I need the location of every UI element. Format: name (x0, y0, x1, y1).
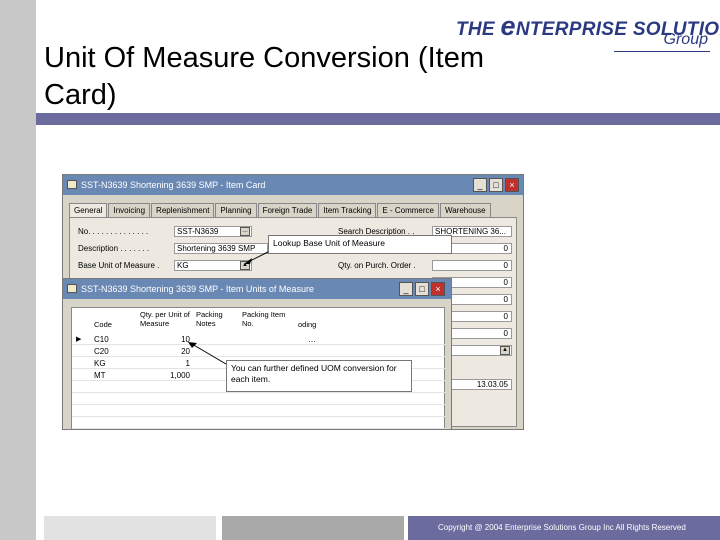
form-icon (67, 180, 77, 189)
table-row[interactable]: ▶ C10 10 … (72, 334, 446, 345)
header-qty-per-uom: Qty. per Unit of Measure (140, 310, 190, 328)
tab-item-tracking[interactable]: Item Tracking (318, 203, 377, 217)
description-label: Description . . . . . . . (78, 244, 150, 253)
tab-replenishment[interactable]: Replenishment (151, 203, 215, 217)
lookup-callout: Lookup Base Unit of Measure (268, 235, 452, 254)
close-button[interactable]: × (505, 178, 519, 192)
lookup-arrow-icon[interactable]: ▲ (240, 261, 250, 270)
table-row[interactable] (72, 418, 446, 429)
qty-purch-order-label: Qty. on Purch. Order . (338, 261, 416, 270)
base-uom-label: Base Unit of Measure . (78, 261, 160, 270)
header-packing-item-no: Packing Item No. (242, 310, 286, 328)
row-selector-icon: ▶ (76, 336, 82, 343)
form-icon (67, 284, 77, 293)
tab-planning[interactable]: Planning (215, 203, 257, 217)
table-row[interactable]: C20 20 (72, 346, 446, 357)
title-rule (36, 113, 720, 125)
uom-conversion-callout: You can further defined UOM conversion f… (226, 360, 412, 392)
row-code: C10 (94, 335, 109, 344)
left-decor-bar (0, 0, 36, 540)
copyright-text: Copyright @ 2004 Enterprise Solutions Gr… (438, 523, 686, 532)
row-code: MT (94, 371, 106, 380)
row-code: KG (94, 359, 106, 368)
tab-invoicing[interactable]: Invoicing (108, 203, 151, 217)
row-qty: 1,000 (169, 371, 190, 380)
header-packing-notes: Packing Notes (196, 310, 223, 328)
close-button[interactable]: × (431, 282, 445, 296)
row-qty: 20 (181, 347, 190, 356)
tab-warehouse[interactable]: Warehouse (439, 203, 491, 217)
tab-e-commerce[interactable]: E - Commerce (377, 203, 439, 217)
slide-title: Unit Of Measure Conversion (Item Card) (44, 42, 484, 111)
assist-edit-icon[interactable]: … (308, 334, 316, 345)
minimize-button[interactable]: _ (473, 178, 487, 192)
tab-general[interactable]: General (69, 203, 108, 217)
row-code: C20 (94, 347, 109, 356)
item-uom-window: SST-N3639 Shortening 3639 SMP - Item Uni… (62, 278, 452, 430)
tab-foreign-trade[interactable]: Foreign Trade (257, 203, 318, 217)
row-qty: 10 (181, 335, 190, 344)
lookup-arrow-icon[interactable]: ▲ (500, 346, 510, 355)
uom-window-title: SST-N3639 Shortening 3639 SMP - Item Uni… (81, 284, 314, 294)
maximize-button[interactable]: □ (415, 282, 429, 296)
header-code: Code (94, 320, 112, 329)
row-qty: 1 (185, 359, 190, 368)
no-label: No. . . . . . . . . . . . . . (78, 227, 149, 236)
numeric-field-2[interactable]: 0 (432, 260, 512, 271)
footer-block-light (44, 516, 216, 540)
logo-line-2: Group (663, 31, 708, 48)
description-field[interactable]: Shortening 3639 SMP (174, 243, 268, 254)
maximize-button[interactable]: □ (489, 178, 503, 192)
header-coding: oding (298, 320, 317, 329)
uom-titlebar[interactable]: SST-N3639 Shortening 3639 SMP - Item Uni… (63, 279, 451, 299)
table-row[interactable] (72, 406, 446, 417)
minimize-button[interactable]: _ (399, 282, 413, 296)
footer-block-mid (222, 516, 404, 540)
logo-underline (614, 51, 710, 52)
item-card-tabs: General Invoicing Replenishment Planning… (69, 203, 492, 217)
item-card-titlebar[interactable]: SST-N3639 Shortening 3639 SMP - Item Car… (63, 175, 523, 195)
item-card-title: SST-N3639 Shortening 3639 SMP - Item Car… (81, 180, 266, 190)
table-row[interactable] (72, 394, 446, 405)
assist-edit-icon[interactable]: … (240, 227, 250, 236)
